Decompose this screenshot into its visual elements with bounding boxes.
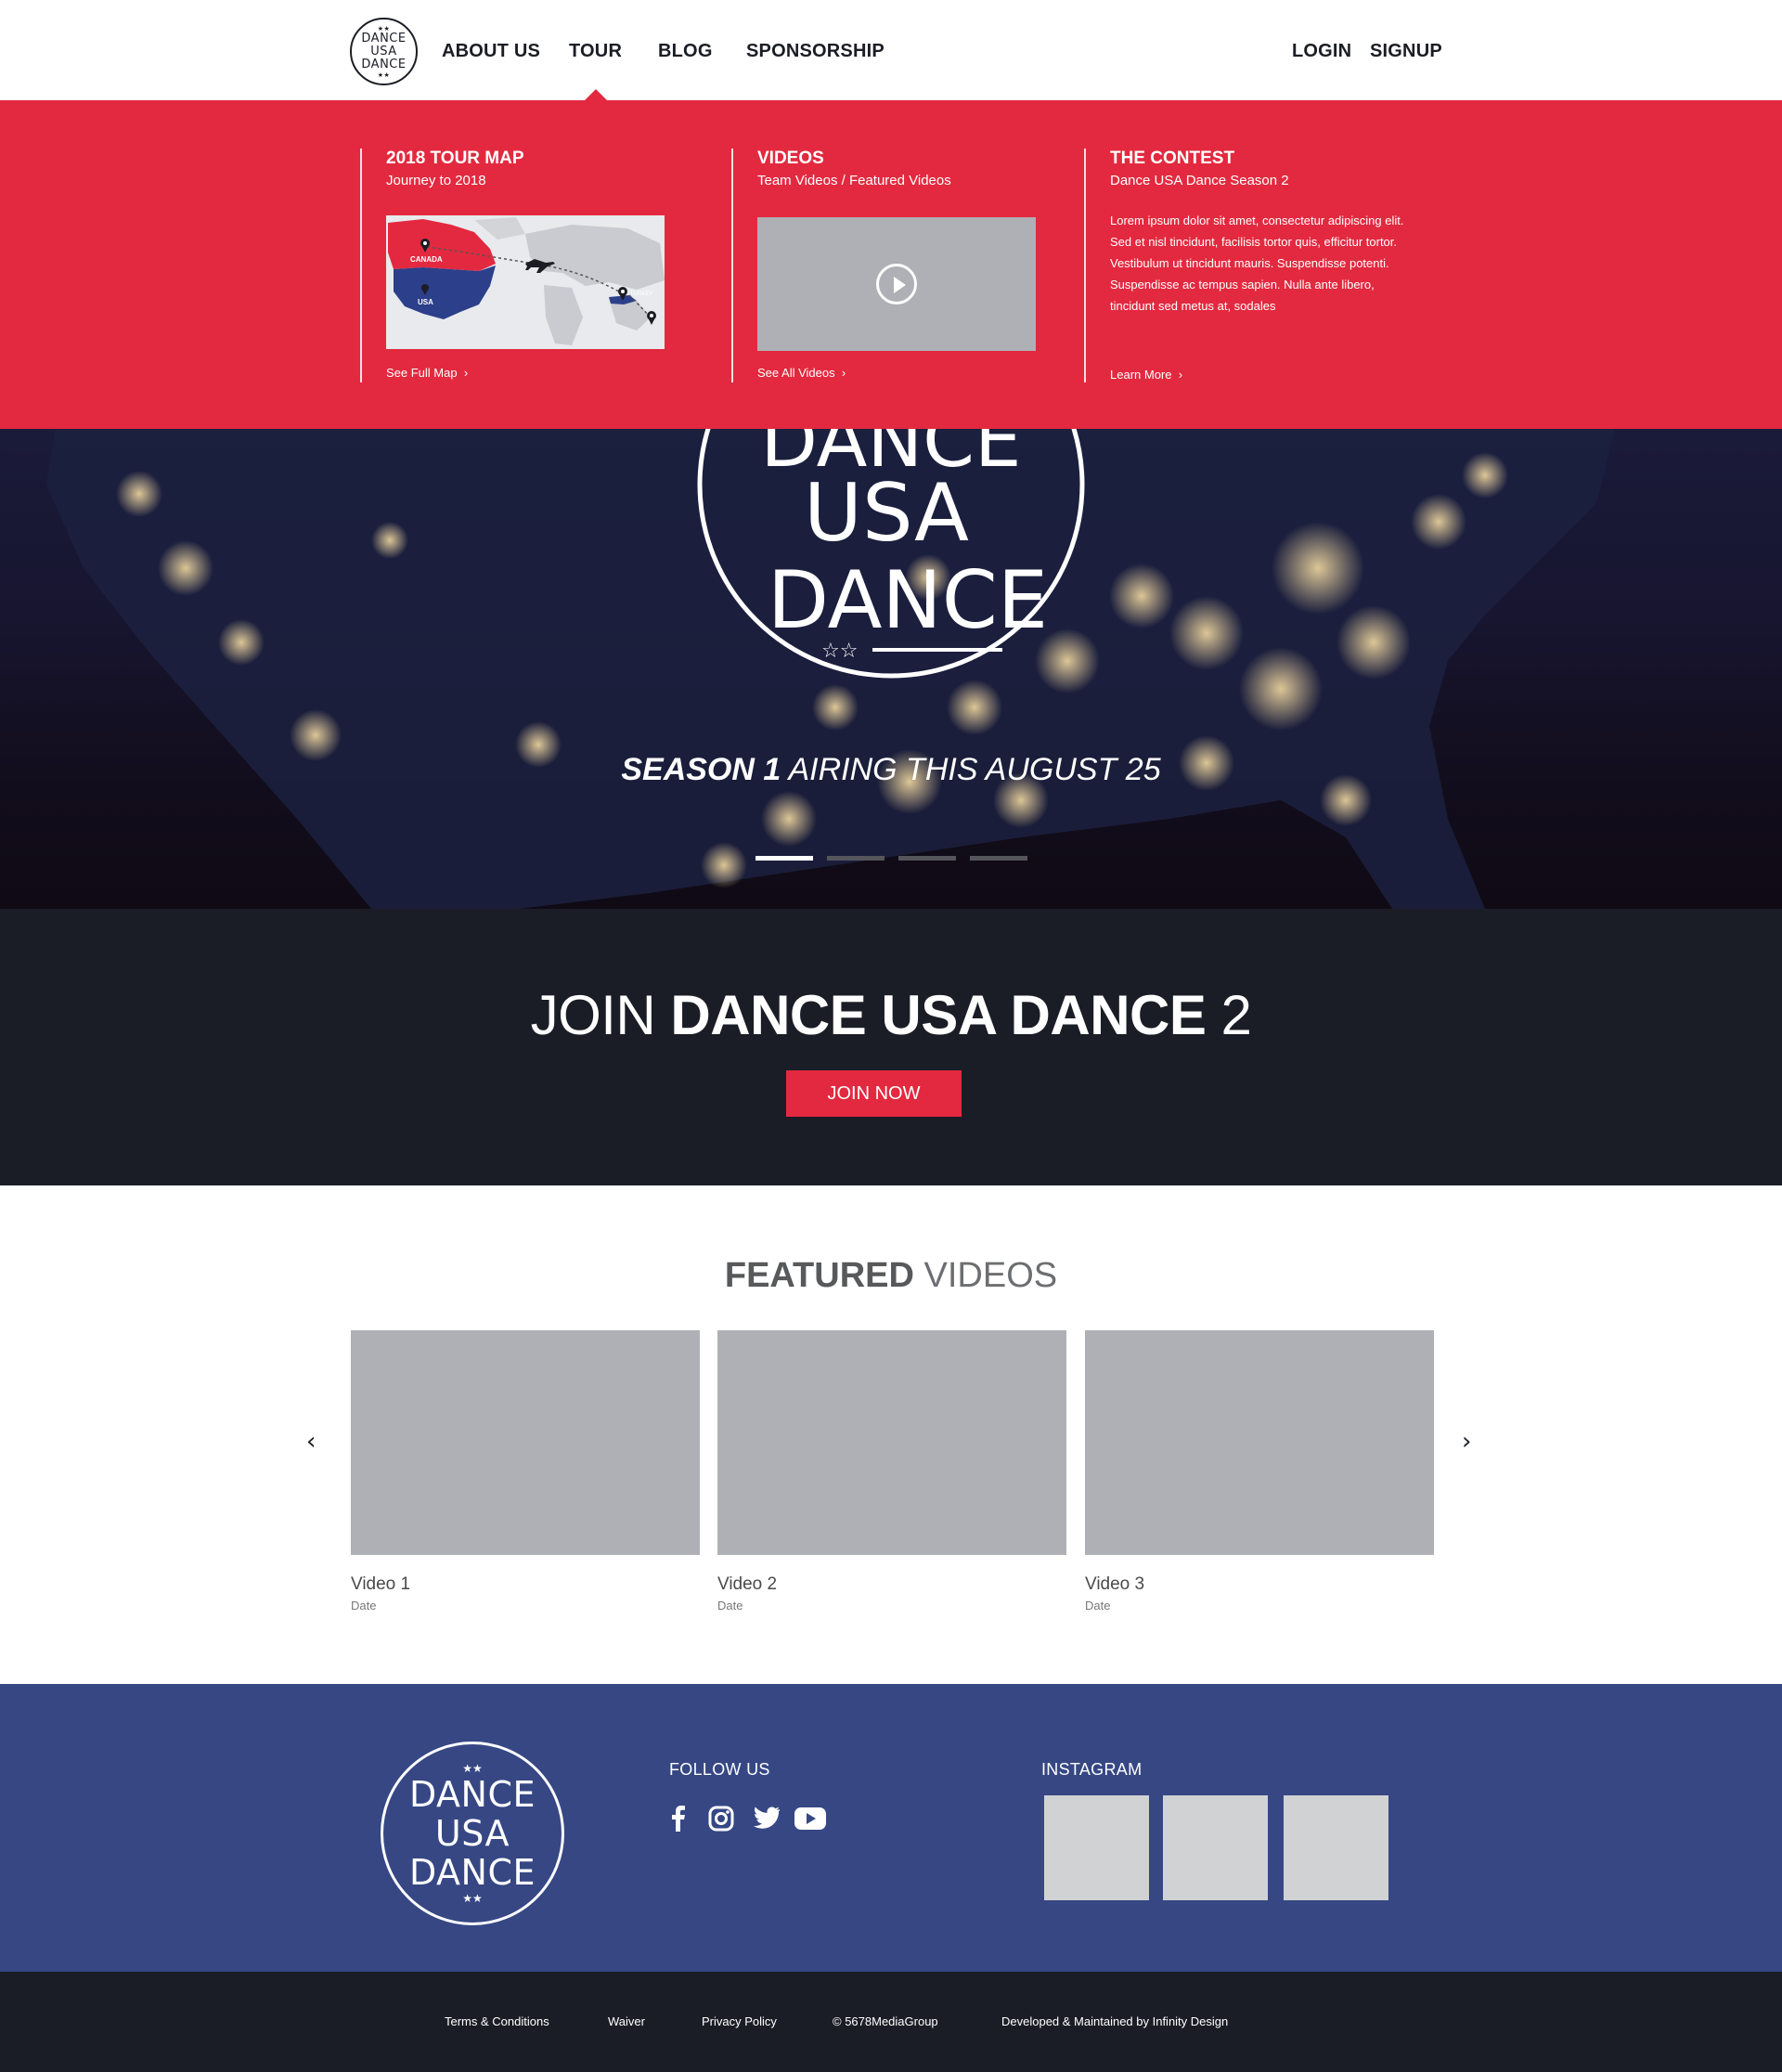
- instagram-icon[interactable]: [705, 1803, 737, 1834]
- slider-dot-3[interactable]: [898, 856, 956, 861]
- logo-stars-icon: ★★: [377, 71, 391, 79]
- video-date-3: Date: [1085, 1599, 1111, 1612]
- copyright-text: © 5678MediaGroup: [833, 2014, 938, 2028]
- nav-link-blog[interactable]: BLOG: [658, 41, 713, 62]
- tour-mega-menu: 2018 TOUR MAP Journey to 2018 CANADA USA…: [0, 100, 1782, 429]
- nav-logo-line1: DANCE: [361, 31, 407, 45]
- nav-link-about-us[interactable]: ABOUT US: [442, 41, 540, 62]
- signup-link[interactable]: SIGNUP: [1370, 41, 1442, 62]
- instagram-thumbnail-3[interactable]: [1284, 1795, 1388, 1900]
- videos-title[interactable]: VIDEOS: [757, 149, 824, 169]
- privacy-policy-link[interactable]: Privacy Policy: [702, 2014, 777, 2028]
- slider-dot-4[interactable]: [970, 856, 1027, 861]
- tour-map-column: 2018 TOUR MAP Journey to 2018 CANADA USA…: [360, 149, 713, 382]
- join-bold: DANCE USA DANCE: [670, 984, 1207, 1046]
- stars-icon: ★★: [462, 1762, 483, 1775]
- login-link[interactable]: LOGIN: [1292, 41, 1351, 62]
- instagram-thumbnail-1[interactable]: [1044, 1795, 1149, 1900]
- chevron-right-icon: ›: [460, 366, 469, 380]
- active-tab-caret-icon: [585, 89, 607, 100]
- videos-column: VIDEOS Team Videos / Featured Videos See…: [731, 149, 1065, 382]
- featured-title-bold: FEATURED: [724, 1256, 914, 1295]
- contest-subtitle: Dance USA Dance Season 2: [1110, 173, 1289, 188]
- slider-dot-2[interactable]: [827, 856, 885, 861]
- terms-link[interactable]: Terms & Conditions: [445, 2014, 549, 2028]
- join-suffix: 2: [1206, 984, 1252, 1046]
- video-thumbnail[interactable]: [757, 217, 1036, 351]
- facebook-icon[interactable]: [663, 1803, 694, 1834]
- developer-credit-link[interactable]: Developed & Maintained by Infinity Desig…: [1001, 2014, 1228, 2028]
- footer-logo-line1: DANCE: [408, 1774, 536, 1815]
- map-label-usa: USA: [418, 298, 433, 306]
- tour-map-image[interactable]: CANADA USA TURKEY: [386, 215, 665, 349]
- video-date-2: Date: [717, 1599, 743, 1612]
- video-date-1: Date: [351, 1599, 377, 1612]
- youtube-icon[interactable]: [793, 1803, 828, 1834]
- featured-title-rest: VIDEOS: [913, 1256, 1058, 1295]
- map-label-canada: CANADA: [410, 255, 443, 264]
- videos-subtitle: Team Videos / Featured Videos: [757, 173, 951, 188]
- chevron-right-icon: ›: [1175, 368, 1183, 382]
- video-title-1[interactable]: Video 1: [351, 1574, 410, 1595]
- bottom-bar: Terms & Conditions Waiver Privacy Policy…: [0, 1972, 1782, 2072]
- chevron-right-icon: ›: [838, 366, 846, 380]
- nav-link-tour[interactable]: TOUR: [569, 41, 622, 62]
- featured-videos-title: FEATURED VIDEOS: [0, 1256, 1782, 1296]
- video-card-1[interactable]: [351, 1330, 700, 1555]
- instagram-heading: INSTAGRAM: [1041, 1760, 1143, 1779]
- season-bold: SEASON 1: [621, 752, 781, 787]
- stars-icon: ★★: [462, 1892, 483, 1905]
- hero-banner: DANCE USA DANCE ☆☆ SEASON 1 AIRING THIS …: [0, 429, 1782, 909]
- tour-map-graphic: CANADA USA TURKEY: [386, 215, 665, 349]
- contest-title[interactable]: THE CONTEST: [1110, 149, 1234, 169]
- video-card-3[interactable]: [1085, 1330, 1434, 1555]
- map-label-turkey: TURKEY: [630, 291, 652, 297]
- top-nav: ★★ DANCE USA DANCE ★★ ABOUT US TOUR BLOG…: [0, 0, 1782, 100]
- chevron-right-icon[interactable]: ›: [1462, 1428, 1471, 1456]
- footer-logo[interactable]: ★★ DANCE USA DANCE ★★: [381, 1742, 564, 1925]
- learn-more-label: Learn More: [1110, 368, 1172, 382]
- nav-logo-line3: DANCE: [361, 57, 407, 71]
- instagram-thumbnail-2[interactable]: [1163, 1795, 1268, 1900]
- hero-logo: DANCE USA DANCE ☆☆: [697, 429, 1085, 679]
- join-now-button[interactable]: JOIN NOW: [786, 1070, 962, 1117]
- stars-icon: ☆☆: [821, 640, 858, 663]
- footer-logo-line3: DANCE: [408, 1852, 536, 1893]
- learn-more-link[interactable]: Learn More ›: [1110, 368, 1182, 382]
- follow-us-heading: FOLLOW US: [669, 1760, 770, 1779]
- join-section: JOIN DANCE USA DANCE 2 JOIN NOW: [0, 909, 1782, 1185]
- twitter-icon[interactable]: [750, 1803, 781, 1834]
- contest-column: THE CONTEST Dance USA Dance Season 2 Lor…: [1084, 149, 1437, 382]
- see-all-videos-link[interactable]: See All Videos ›: [757, 366, 846, 380]
- tour-map-subtitle: Journey to 2018: [386, 173, 486, 188]
- video-title-3[interactable]: Video 3: [1085, 1574, 1144, 1595]
- see-all-videos-label: See All Videos: [757, 366, 835, 380]
- nav-logo-line2: USA: [370, 44, 397, 58]
- footer-logo-line2: USA: [434, 1813, 510, 1854]
- hero-season-text: SEASON 1 AIRING THIS AUGUST 25: [0, 752, 1782, 788]
- season-rest: AIRING THIS AUGUST 25: [788, 752, 1161, 787]
- nav-logo[interactable]: ★★ DANCE USA DANCE ★★: [350, 18, 418, 85]
- see-full-map-label: See Full Map: [386, 366, 458, 380]
- video-title-2[interactable]: Video 2: [717, 1574, 777, 1595]
- footer: ★★ DANCE USA DANCE ★★ FOLLOW US INSTAGRA…: [0, 1684, 1782, 1972]
- play-icon[interactable]: [876, 264, 917, 304]
- contest-description: Lorem ipsum dolor sit amet, consectetur …: [1110, 214, 1404, 313]
- join-prefix: JOIN: [530, 984, 671, 1046]
- nav-link-sponsorship[interactable]: SPONSORSHIP: [746, 41, 885, 62]
- tour-map-title[interactable]: 2018 TOUR MAP: [386, 149, 524, 169]
- join-heading: JOIN DANCE USA DANCE 2: [0, 983, 1782, 1047]
- waiver-link[interactable]: Waiver: [608, 2014, 645, 2028]
- see-full-map-link[interactable]: See Full Map ›: [386, 366, 468, 380]
- hero-logo-line2: USA: [804, 467, 969, 560]
- hero-logo-line3: DANCE: [768, 554, 1048, 647]
- slider-dot-1[interactable]: [755, 856, 813, 861]
- video-card-2[interactable]: [717, 1330, 1066, 1555]
- chevron-left-icon[interactable]: ‹: [306, 1428, 316, 1456]
